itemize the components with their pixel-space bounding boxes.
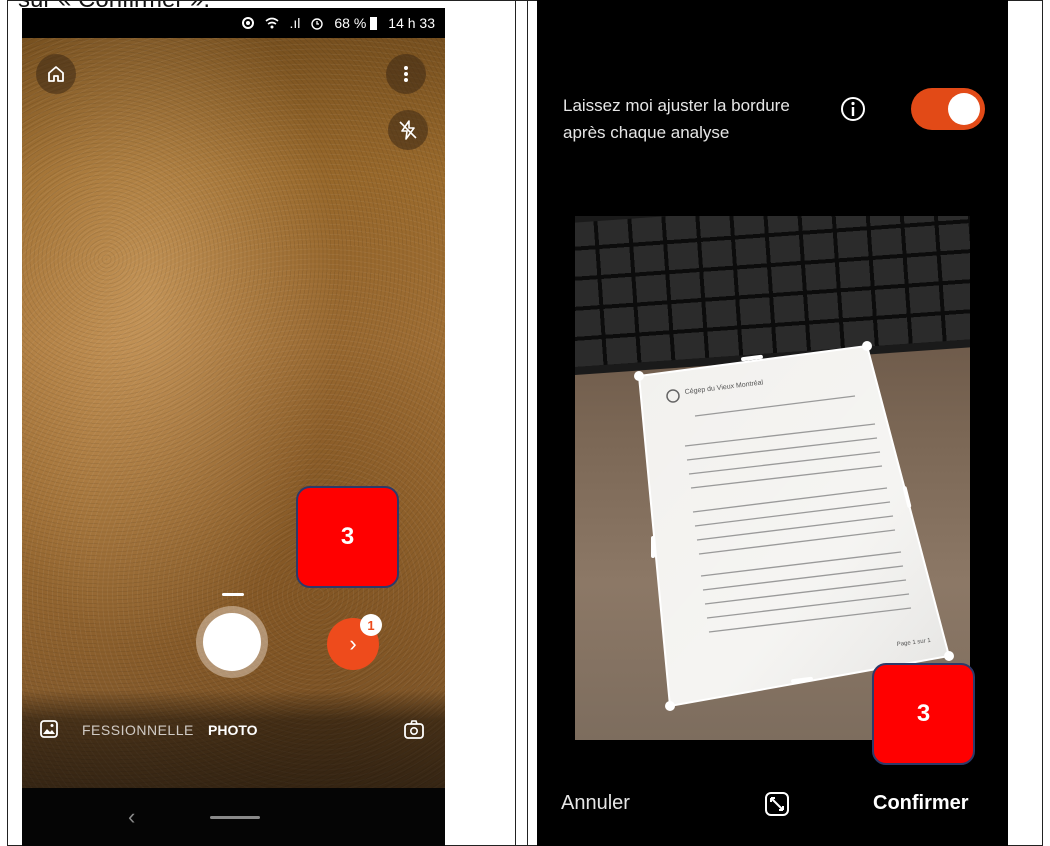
switch-camera-icon[interactable] <box>402 718 426 742</box>
sync-icon <box>242 17 255 29</box>
crop-handle-top-left[interactable] <box>634 371 644 381</box>
action-bar: Annuler Confirmer <box>537 770 1008 830</box>
toggle-knob <box>948 93 980 125</box>
crop-handle-top-right[interactable] <box>862 341 872 351</box>
camera-screen: .ıl 68 % 14 h 33 › 1 FESSIONNELLE PHOTO … <box>22 8 445 846</box>
cancel-button[interactable]: Annuler <box>561 792 630 815</box>
mode-selector: FESSIONNELLE PHOTO <box>22 716 445 746</box>
step-callout: 3 <box>872 663 975 765</box>
mode-professional[interactable]: FESSIONNELLE <box>82 722 194 738</box>
wifi-icon <box>265 17 279 29</box>
flash-off-icon <box>399 120 417 140</box>
crop-handle-bottom-right[interactable] <box>944 651 954 661</box>
more-options-button[interactable] <box>386 54 426 94</box>
border-adjust-screen: Laissez moi ajuster la bordure après cha… <box>537 0 1008 846</box>
status-bar: .ıl 68 % 14 h 33 <box>22 8 445 38</box>
alarm-icon <box>311 18 324 30</box>
step-callout: 3 <box>296 486 399 588</box>
crop-handle-bottom-left[interactable] <box>665 701 675 711</box>
gallery-icon[interactable] <box>38 718 60 740</box>
scan-preview: Cégep du Vieux Montréal Page 1 sur 1 <box>575 216 970 740</box>
shutter-indicator <box>222 593 244 596</box>
flash-button[interactable] <box>388 110 428 150</box>
battery-icon <box>370 16 378 30</box>
signal-icon: .ıl <box>289 15 301 31</box>
status-time: 14 h 33 <box>388 15 435 31</box>
home-button[interactable] <box>36 54 76 94</box>
shutter-button-inner <box>203 613 261 671</box>
android-nav-bar: ‹ <box>22 788 445 846</box>
column-divider <box>515 1 516 845</box>
chevron-right-icon: › <box>349 631 357 656</box>
nav-back-button[interactable]: ‹ <box>128 804 135 830</box>
more-vertical-icon <box>404 66 408 82</box>
confirm-button[interactable]: Confirmer <box>873 792 969 815</box>
battery-percent: 68 % <box>334 15 367 31</box>
nav-home-button[interactable] <box>210 816 260 819</box>
home-icon <box>48 66 64 82</box>
mode-photo[interactable]: PHOTO <box>208 722 258 738</box>
column-divider <box>527 1 528 845</box>
adjust-border-toggle[interactable] <box>911 88 985 130</box>
shutter-button[interactable] <box>196 606 268 678</box>
info-icon[interactable] <box>839 95 867 123</box>
adjust-border-label: Laissez moi ajuster la bordure après cha… <box>563 96 790 142</box>
captured-count-badge: 1 <box>360 614 382 636</box>
document-paper: Cégep du Vieux Montréal Page 1 sur 1 <box>634 341 954 711</box>
expand-crop-icon[interactable] <box>763 790 791 818</box>
